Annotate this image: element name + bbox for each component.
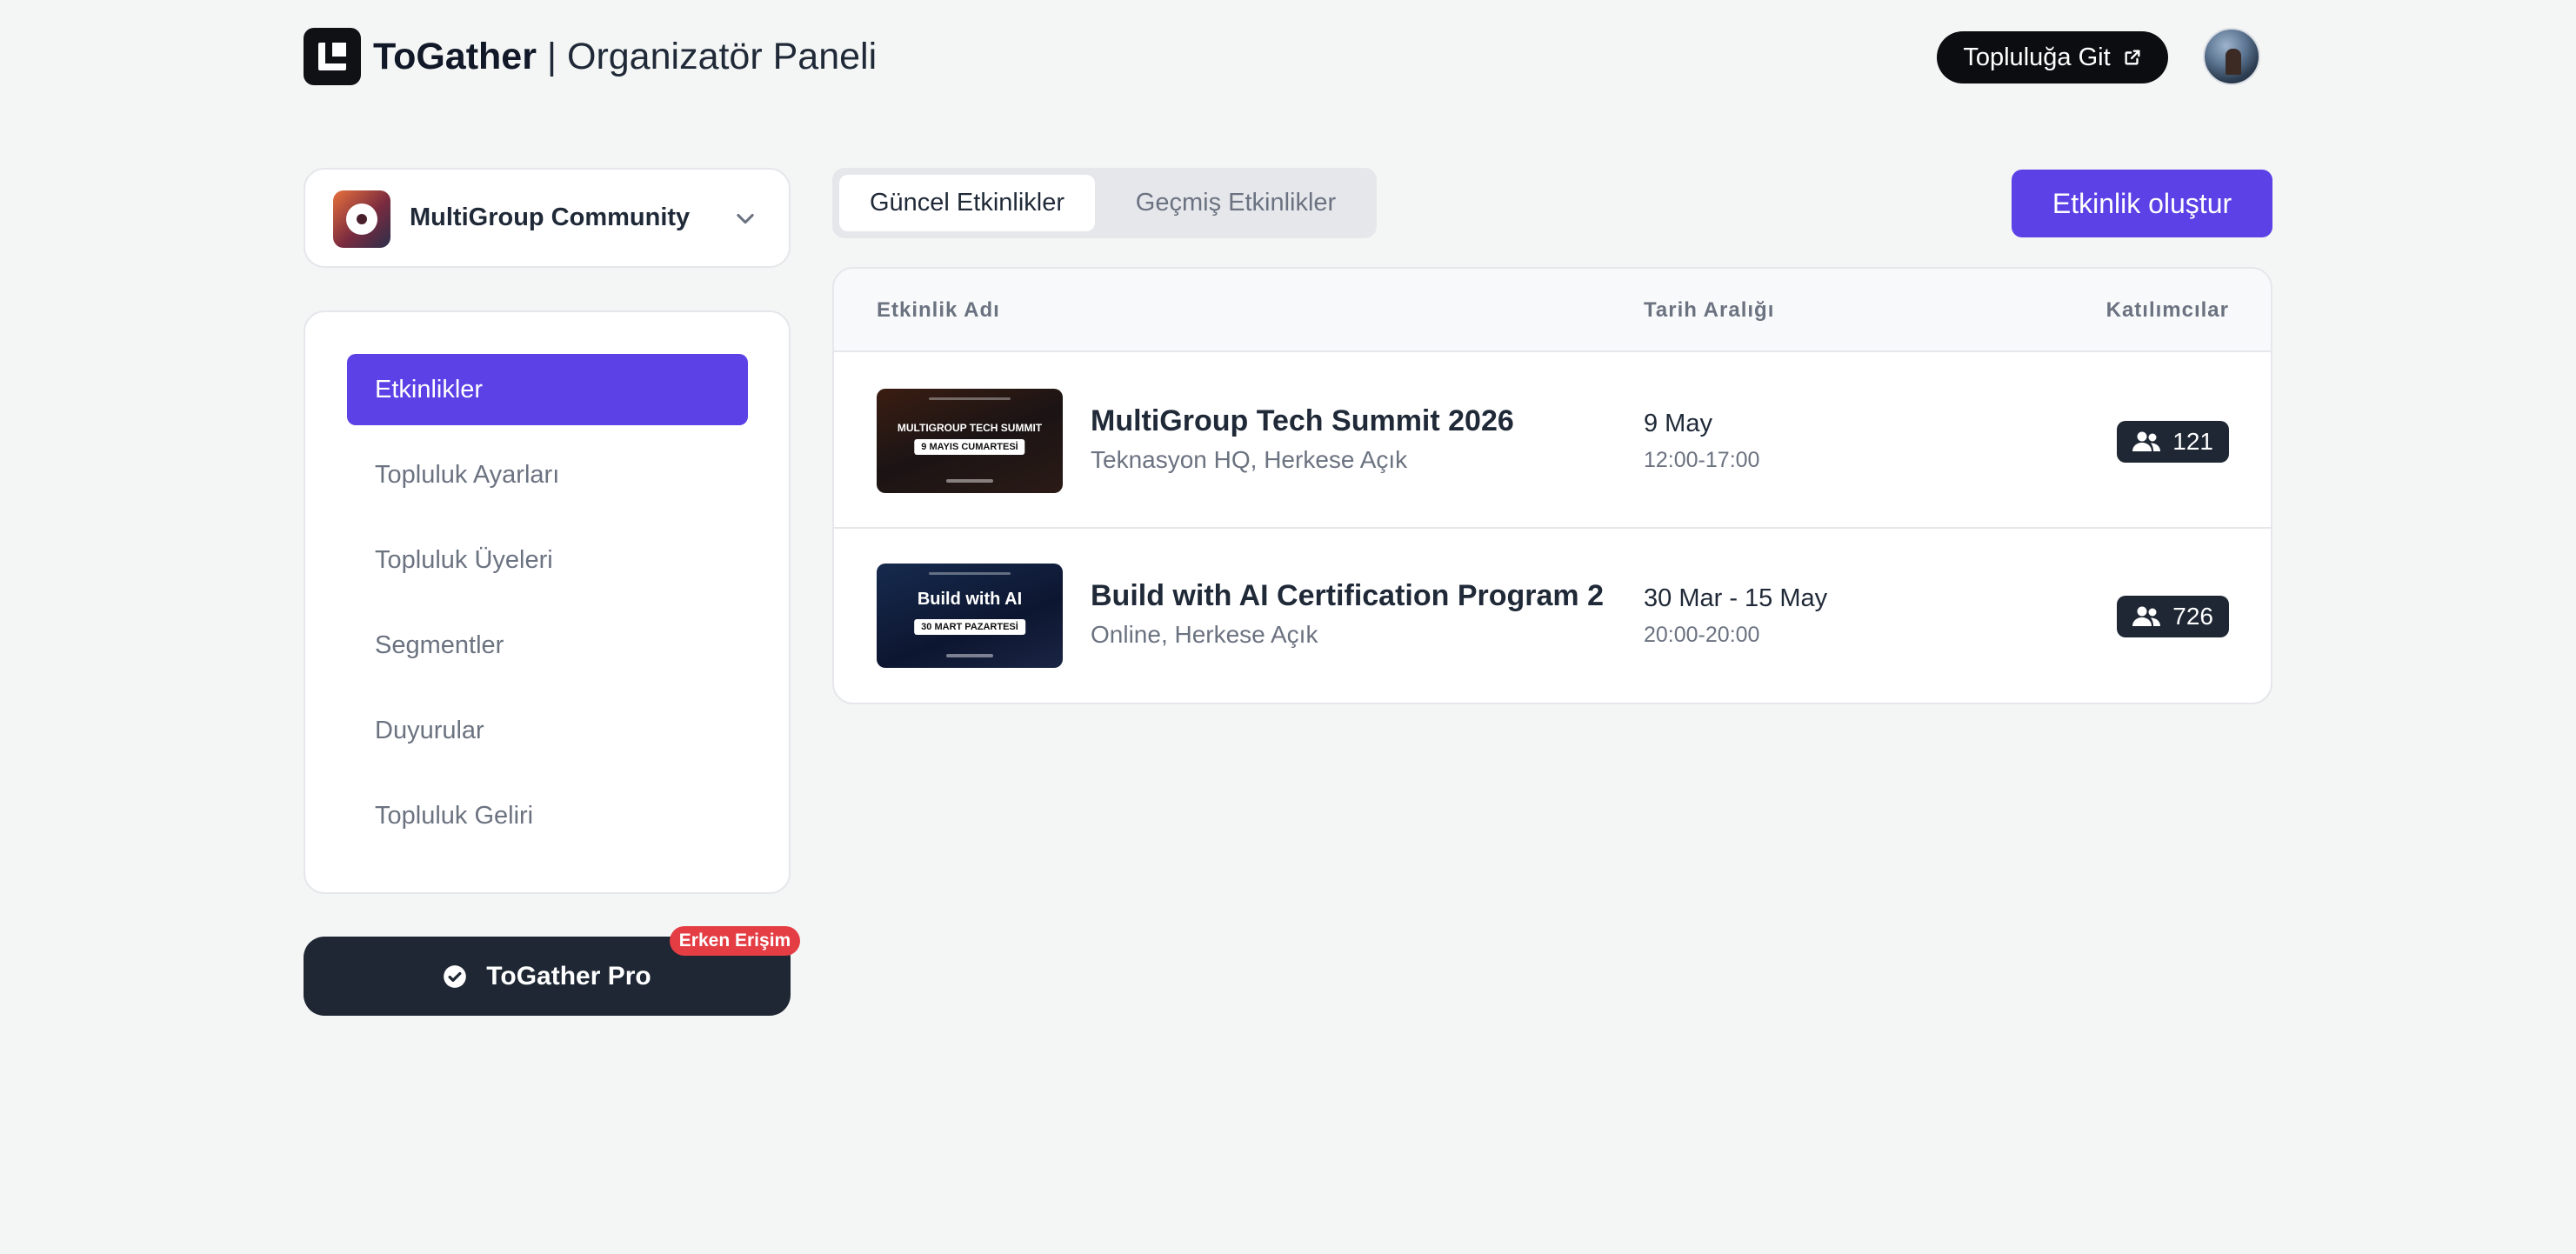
thumbnail-title: MULTIGROUP TECH SUMMIT xyxy=(897,422,1043,434)
event-thumbnail: MULTIGROUP TECH SUMMIT 9 MAYIS CUMARTESİ xyxy=(877,389,1063,493)
event-title[interactable]: Build with AI Certification Program 2... xyxy=(1091,579,1604,613)
sidebar-item-etkinlikler[interactable]: Etkinlikler xyxy=(347,354,748,425)
column-header-date: Tarih Aralığı xyxy=(1644,298,1775,322)
sidebar-item-topluluk-geliri[interactable]: Topluluk Geliri xyxy=(347,780,748,851)
column-header-participants: Katılımcılar xyxy=(2106,298,2229,322)
column-header-name: Etkinlik Adı xyxy=(877,298,1000,322)
top-header: ToGather | Organizatör Paneli Topluluğa … xyxy=(304,28,2260,85)
create-event-button[interactable]: Etkinlik oluştur xyxy=(2012,170,2272,237)
participant-count: 726 xyxy=(2172,603,2213,630)
event-tabs: Güncel Etkinlikler Geçmiş Etkinlikler xyxy=(832,168,1377,238)
external-link-icon xyxy=(2125,50,2140,65)
event-time: 20:00-20:00 xyxy=(1644,623,1760,647)
participant-count-badge: 121 xyxy=(2117,421,2229,463)
community-logo-icon xyxy=(333,190,390,248)
table-row[interactable]: Build with AI 30 MART PAZARTESİ Build wi… xyxy=(834,529,2271,703)
thumbnail-tag: 9 MAYIS CUMARTESİ xyxy=(914,439,1025,455)
go-to-community-label: Topluluğa Git xyxy=(1963,43,2111,71)
thumbnail-tag: 30 MART PAZARTESİ xyxy=(914,619,1025,635)
sidebar-item-topluluk-uyeleri[interactable]: Topluluk Üyeleri xyxy=(347,524,748,596)
sidebar-nav: Etkinlikler Topluluk Ayarları Topluluk Ü… xyxy=(304,310,791,894)
brand-name: ToGather xyxy=(373,36,537,77)
event-location: Teknasyon HQ, Herkese Açık xyxy=(1091,446,1408,473)
avatar[interactable] xyxy=(2203,28,2260,85)
brand-subtitle: | Organizatör Paneli xyxy=(536,36,878,77)
togather-logo-icon[interactable] xyxy=(304,28,361,85)
community-name: MultiGroup Community xyxy=(410,203,691,231)
early-access-badge: Erken Erişim xyxy=(670,926,800,956)
event-date: 9 May xyxy=(1644,410,1712,437)
togather-pro-label: ToGather Pro xyxy=(486,961,651,991)
sidebar-item-topluluk-ayarlari[interactable]: Topluluk Ayarları xyxy=(347,439,748,510)
event-thumbnail: Build with AI 30 MART PAZARTESİ xyxy=(877,564,1063,668)
event-title[interactable]: MultiGroup Tech Summit 2026 xyxy=(1091,404,1514,438)
sidebar-item-duyurular[interactable]: Duyurular xyxy=(347,695,748,766)
users-icon xyxy=(2132,606,2161,626)
chevron-down-icon xyxy=(737,213,754,224)
sidebar-item-segmentler[interactable]: Segmentler xyxy=(347,610,748,681)
tab-current-events[interactable]: Güncel Etkinlikler xyxy=(839,175,1095,231)
go-to-community-button[interactable]: Topluluğa Git xyxy=(1937,31,2168,83)
tab-past-events[interactable]: Geçmiş Etkinlikler xyxy=(1102,175,1370,231)
users-icon xyxy=(2132,431,2161,451)
events-table: Etkinlik Adı Tarih Aralığı Katılımcılar … xyxy=(832,267,2272,704)
participant-count: 121 xyxy=(2172,428,2213,455)
event-date: 30 Mar - 15 May xyxy=(1644,584,1828,612)
thumbnail-title: Build with AI xyxy=(917,590,1023,609)
page-title: ToGather | Organizatör Paneli xyxy=(373,31,877,82)
table-row[interactable]: MULTIGROUP TECH SUMMIT 9 MAYIS CUMARTESİ… xyxy=(834,354,2271,528)
participant-count-badge: 726 xyxy=(2117,596,2229,637)
check-circle-icon xyxy=(444,964,467,988)
event-time: 12:00-17:00 xyxy=(1644,448,1760,472)
community-selector[interactable]: MultiGroup Community xyxy=(304,168,791,268)
table-header: Etkinlik Adı Tarih Aralığı Katılımcılar xyxy=(834,269,2271,352)
event-location: Online, Herkese Açık xyxy=(1091,621,1318,648)
